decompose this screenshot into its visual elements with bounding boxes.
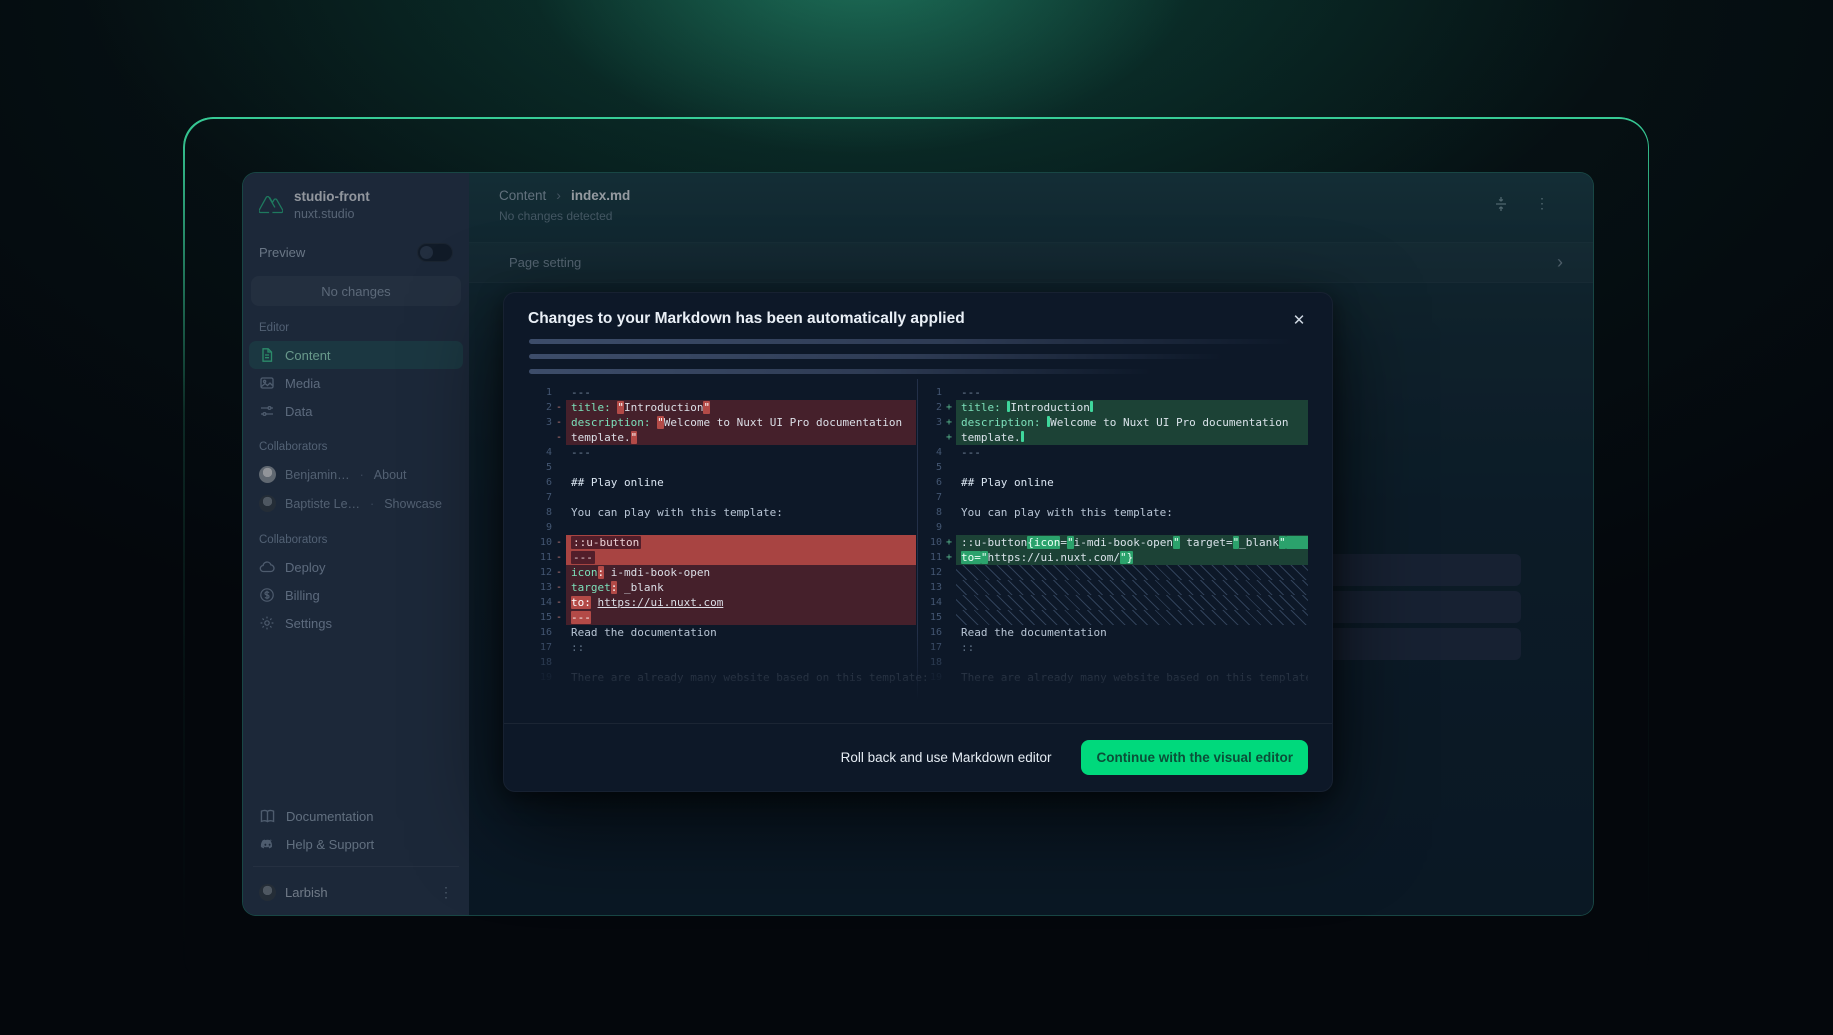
diff-line: 14: [918, 595, 1308, 610]
diff-line: -template.": [528, 430, 916, 445]
diff-line: 15----: [528, 610, 916, 625]
diff-line: 17::: [918, 640, 1308, 655]
diff-line: 12-icon: i-mdi-book-open: [528, 565, 916, 580]
diff-line: 1---: [918, 385, 1308, 400]
diff-line: 1---: [528, 385, 916, 400]
diff-line: 18: [918, 655, 1308, 670]
diff-line: 2+title: Introduction: [918, 400, 1308, 415]
markdown-changes-modal: Changes to your Markdown has been automa…: [503, 292, 1333, 792]
diff-line: 17::: [528, 640, 916, 655]
diff-line: 10-::u-button: [528, 535, 916, 550]
diff-line: 6## Play online: [918, 475, 1308, 490]
diff-line: 8You can play with this template:: [918, 505, 1308, 520]
diff-line: 11----: [528, 550, 916, 565]
diff-line: 15: [918, 610, 1308, 625]
diff-line: 7: [918, 490, 1308, 505]
diff-line: 16Read the documentation: [528, 625, 916, 640]
diff-line: 11+to="https://ui.nuxt.com/"}: [918, 550, 1308, 565]
diff-line: 19There are already many website based o…: [528, 670, 916, 685]
diff-line: 5: [528, 460, 916, 475]
diff-line: 12: [918, 565, 1308, 580]
diff-line: 18: [528, 655, 916, 670]
diff-line: 4---: [528, 445, 916, 460]
diff-line: 19There are already many website based o…: [918, 670, 1308, 685]
diff-line: 9: [918, 520, 1308, 535]
modal-footer: Roll back and use Markdown editor Contin…: [504, 723, 1332, 791]
diff-line: 6## Play online: [528, 475, 916, 490]
diff-line: 14-to: https://ui.nuxt.com: [528, 595, 916, 610]
diff-old-pane[interactable]: 1---2-title: "Introduction"3-description…: [528, 379, 918, 701]
diff-line: 4---: [918, 445, 1308, 460]
diff-new-pane[interactable]: 1---2+title: Introduction3+description: …: [918, 379, 1308, 701]
diff-line: 8You can play with this template:: [528, 505, 916, 520]
rollback-button[interactable]: Roll back and use Markdown editor: [841, 750, 1052, 765]
diff-line: 16Read the documentation: [918, 625, 1308, 640]
diff-line: 3-description: "Welcome to Nuxt UI Pro d…: [528, 415, 916, 430]
diff-line: 5: [918, 460, 1308, 475]
diff-line: +template.: [918, 430, 1308, 445]
markdown-diff: 1---2-title: "Introduction"3-description…: [528, 379, 1308, 701]
diff-line: 10+::u-button{icon="i-mdi-book-open" tar…: [918, 535, 1308, 550]
diff-line: 7: [528, 490, 916, 505]
diff-line: 13-target: _blank: [528, 580, 916, 595]
diff-line: 9: [528, 520, 916, 535]
close-icon[interactable]: ✕: [1286, 307, 1312, 333]
diff-line: 2-title: "Introduction": [528, 400, 916, 415]
continue-button[interactable]: Continue with the visual editor: [1081, 740, 1308, 775]
modal-title: Changes to your Markdown has been automa…: [528, 310, 965, 328]
diff-line: 3+description: Welcome to Nuxt UI Pro do…: [918, 415, 1308, 430]
diff-line: 13: [918, 580, 1308, 595]
text-skeleton: [529, 339, 1318, 384]
